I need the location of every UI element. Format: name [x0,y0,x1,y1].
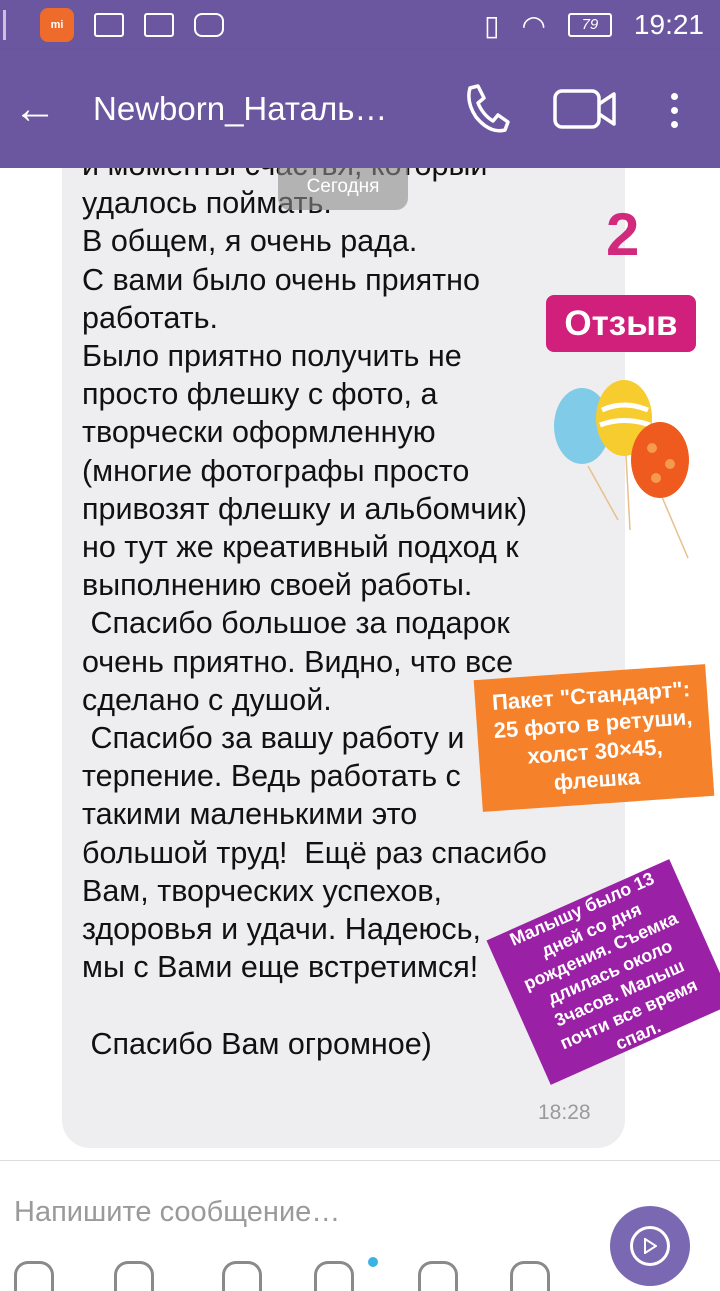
message-time: 18:28 [538,1101,591,1124]
composer [0,1160,720,1291]
send-icon [630,1226,670,1266]
status-bar: mi ▯ ◠ 79 19:21 [0,0,720,50]
chat-notification-icon [194,13,224,37]
back-arrow-icon: ← [13,84,57,133]
mail-icon [144,13,174,37]
app-bar: ← Newborn_Наталь… [0,50,720,168]
clock: 19:21 [633,9,704,40]
wifi-icon: ◠ [521,9,546,41]
signal-icon [3,10,20,40]
composer-toolbar [0,1251,600,1291]
gif-icon[interactable] [314,1261,354,1291]
call-button[interactable] [460,82,510,136]
more-tools-icon[interactable] [510,1261,550,1291]
phone-icon [467,84,510,133]
emoji-icon[interactable] [114,1261,154,1291]
chat-title[interactable]: Newborn_Наталь… [93,90,433,128]
vibrate-icon: ▯ [484,9,500,41]
new-indicator-dot [368,1257,378,1267]
video-camera-icon [553,89,616,129]
mi-app-icon: mi [40,8,74,42]
balloons-sticker [554,380,689,559]
message-input[interactable] [12,1189,576,1235]
back-button[interactable]: ← [0,76,70,142]
send-button[interactable] [610,1206,690,1286]
dot [670,92,678,100]
date-chip: Сегодня [278,168,408,210]
sticker-icon[interactable] [14,1261,54,1291]
review-badge: Отзыв [546,295,696,352]
more-options-button[interactable] [660,80,688,140]
dot [670,120,678,128]
package-sticker: Пакет "Стандарт": 25 фото в ретуши, холс… [473,664,715,812]
video-call-button[interactable] [552,86,618,132]
review-number: 2 [606,201,640,268]
gallery-icon [94,13,124,37]
dot [670,106,678,114]
battery-icon: 79 [567,13,612,37]
camera-icon[interactable] [222,1261,262,1291]
doodle-icon[interactable] [418,1261,458,1291]
